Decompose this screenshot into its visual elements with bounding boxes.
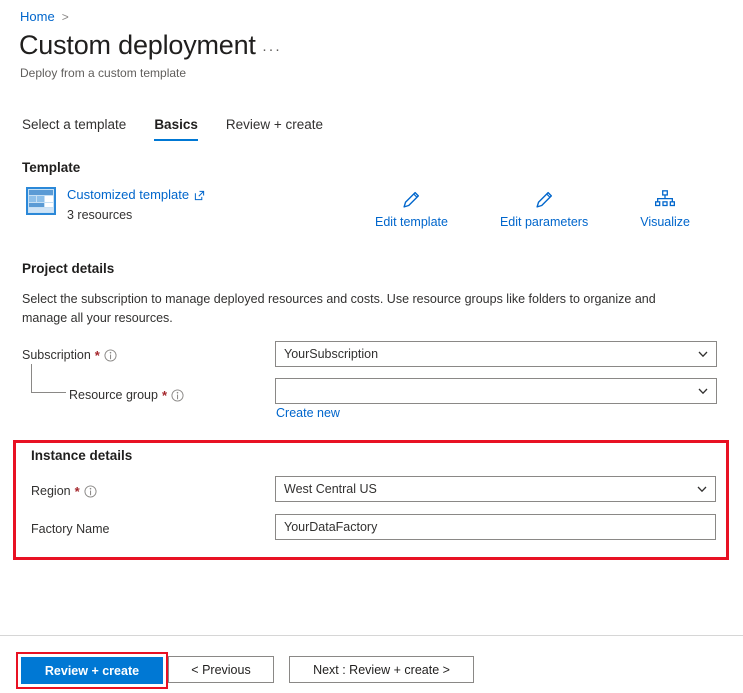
factory-name-value: YourDataFactory — [284, 520, 378, 534]
subscription-label-text: Subscription — [22, 348, 91, 362]
resource-group-dropdown[interactable] — [275, 378, 717, 404]
breadcrumb: Home > — [20, 9, 69, 24]
template-resource-count: 3 resources — [67, 207, 133, 222]
chevron-down-icon — [697, 486, 707, 493]
subscription-label: Subscription * — [22, 348, 117, 362]
review-create-button[interactable]: Review + create — [21, 657, 163, 684]
info-icon[interactable] — [104, 348, 117, 362]
chevron-down-icon — [698, 388, 708, 395]
customized-template-link[interactable]: Customized template — [67, 186, 205, 205]
pencil-icon — [536, 191, 553, 208]
chevron-down-icon — [698, 351, 708, 358]
project-details-description: Select the subscription to manage deploy… — [22, 292, 656, 325]
edit-parameters-label: Edit parameters — [499, 215, 589, 229]
required-asterisk: * — [94, 347, 100, 363]
previous-button[interactable]: < Previous — [168, 656, 274, 683]
resource-group-label: Resource group * — [69, 388, 184, 402]
breadcrumb-home-link[interactable]: Home — [20, 9, 55, 24]
subscription-resourcegroup-connector — [31, 364, 66, 393]
subscription-dropdown[interactable]: YourSubscription — [275, 341, 717, 367]
required-asterisk: * — [161, 387, 168, 403]
factory-name-label: Factory Name — [31, 522, 110, 536]
review-create-highlight: Review + create — [16, 652, 168, 689]
resource-group-label-text: Resource group — [69, 388, 158, 402]
page-subtitle: Deploy from a custom template — [20, 66, 187, 80]
hierarchy-icon — [655, 190, 676, 207]
pencil-icon — [403, 191, 420, 208]
template-grid-icon — [26, 187, 56, 215]
visualize-label: Visualize — [640, 215, 691, 229]
next-review-create-button[interactable]: Next : Review + create > — [289, 656, 474, 683]
resource-group-label-row: Resource group * — [69, 382, 184, 408]
factory-name-label-row: Factory Name — [31, 516, 110, 542]
template-actions: Edit template Edit parameters Visualize — [375, 189, 690, 229]
region-value: West Central US — [284, 482, 377, 496]
project-details-heading: Project details — [22, 261, 115, 276]
footer-divider — [0, 635, 743, 636]
customized-template-label: Customized template — [67, 187, 190, 202]
region-dropdown[interactable]: West Central US — [275, 476, 716, 502]
visualize-button[interactable]: Visualize — [640, 189, 690, 229]
tab-select-a-template[interactable]: Select a template — [22, 117, 126, 141]
required-asterisk: * — [74, 483, 80, 499]
subscription-value: YourSubscription — [284, 347, 379, 361]
external-link-icon — [194, 190, 205, 201]
template-section-heading: Template — [22, 160, 81, 175]
page-title: Custom deployment — [19, 30, 256, 60]
region-label-row: Region * — [31, 478, 97, 504]
info-icon[interactable] — [171, 388, 184, 402]
region-label-text: Region — [31, 484, 71, 498]
create-new-resource-group-link[interactable]: Create new — [276, 406, 340, 420]
region-label: Region * — [31, 484, 97, 498]
tab-review-create[interactable]: Review + create — [226, 117, 323, 141]
wizard-tabs: Select a template Basics Review + create — [22, 117, 323, 141]
info-icon[interactable] — [84, 484, 97, 498]
factory-name-label-text: Factory Name — [31, 522, 110, 536]
edit-template-button[interactable]: Edit template — [375, 189, 448, 229]
edit-parameters-button[interactable]: Edit parameters — [500, 189, 588, 229]
factory-name-input[interactable]: YourDataFactory — [275, 514, 716, 540]
instance-details-heading: Instance details — [31, 448, 133, 463]
edit-template-label: Edit template — [375, 215, 448, 229]
tab-basics[interactable]: Basics — [154, 117, 198, 141]
more-options-button[interactable]: ··· — [262, 42, 282, 57]
footer-actions: Review + create < Previous Next : Review… — [0, 650, 743, 690]
template-summary: Customized template 3 resources — [26, 186, 205, 224]
breadcrumb-separator-icon: > — [61, 9, 69, 24]
